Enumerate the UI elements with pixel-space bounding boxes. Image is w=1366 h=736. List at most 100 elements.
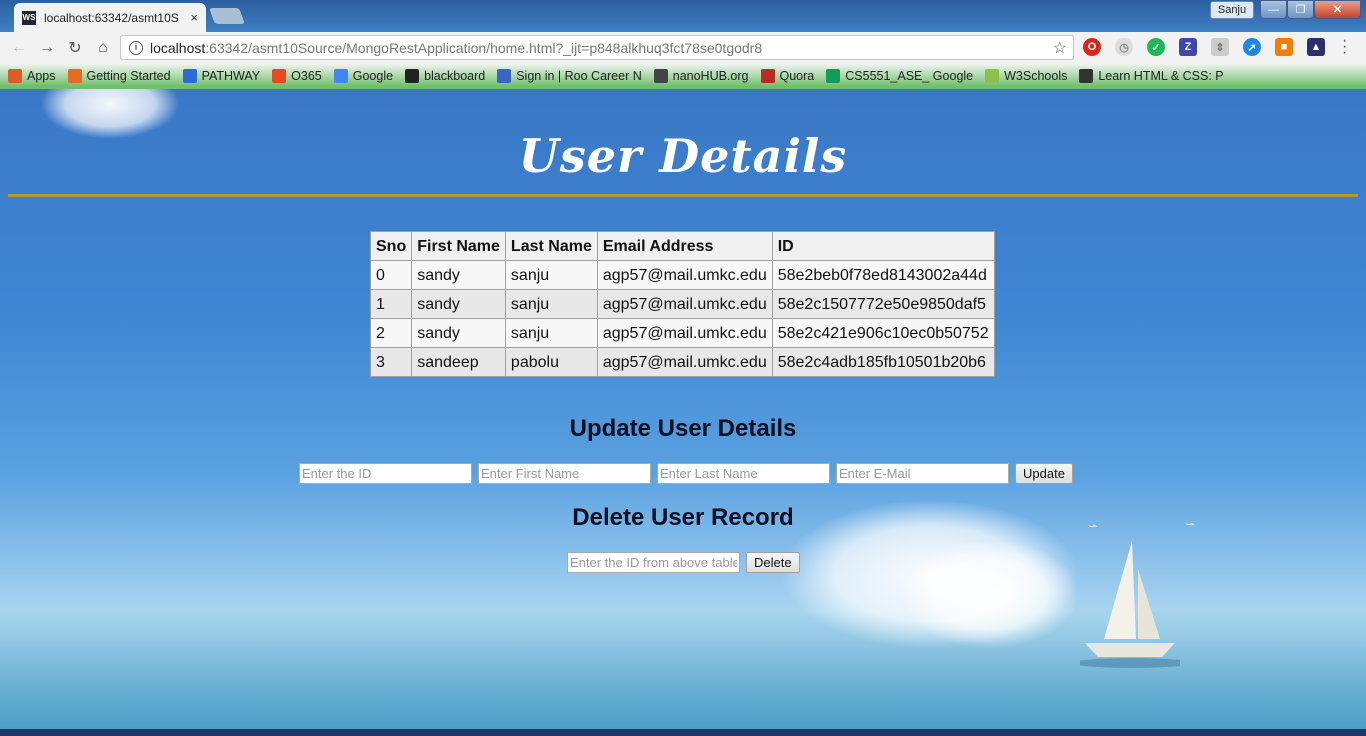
update-id-input[interactable] [299, 463, 472, 484]
bookmark-label: Quora [779, 69, 815, 83]
update-last-name-input[interactable] [657, 463, 830, 484]
bookmarks-bar: Apps Getting Started PATHWAY O365 Google blac… [0, 63, 1366, 89]
zotero-extension-icon[interactable]: Z [1179, 38, 1197, 56]
cloud-decoration [900, 539, 1080, 649]
bookmark-favicon-icon [333, 69, 348, 83]
cell-sno: 1 [369, 289, 413, 319]
update-email-input[interactable] [836, 463, 1009, 484]
bookmark-item[interactable]: Sign in | Roo Career N [497, 69, 642, 83]
profile-badge[interactable]: Sanju [1210, 1, 1254, 19]
update-section-title: Update User Details [569, 415, 797, 442]
delete-section-title: Delete User Record [572, 504, 794, 531]
bookmark-label: nanoHUB.org [672, 69, 749, 83]
delete-form: Delete [567, 552, 800, 573]
cell-first-name: sandy [411, 260, 506, 290]
bookmark-favicon-icon [67, 69, 82, 83]
column-header: Sno [369, 231, 413, 261]
check-extension-icon[interactable]: ✓ [1147, 38, 1165, 56]
users-table: Sno First Name Last Name Email Address I… [369, 231, 995, 377]
site-info-icon[interactable]: i [129, 40, 143, 55]
table-header-row: Sno First Name Last Name Email Address I… [369, 231, 995, 261]
cell-id: 58e2c1507772e50e9850daf5 [771, 289, 995, 319]
cell-first-name: sandy [411, 318, 506, 348]
cell-id: 58e2beb0f78ed8143002a44d [771, 260, 995, 290]
new-tab-button[interactable] [209, 8, 245, 24]
bookmark-item[interactable]: Apps [8, 69, 56, 83]
bookmark-label: W3Schools [1004, 69, 1068, 83]
address-bar[interactable]: i localhost:63342/asmt10Source/MongoRest… [120, 35, 1074, 60]
bookmark-favicon-icon [497, 69, 512, 83]
bookmark-label: Google [352, 69, 394, 83]
bookmark-favicon-icon [272, 69, 287, 83]
back-arrow-icon[interactable]: ← [6, 35, 32, 61]
delete-button[interactable]: Delete [746, 552, 800, 573]
bookmark-label: Sign in | Roo Career N [516, 69, 642, 83]
delete-id-input[interactable] [567, 552, 740, 573]
reload-icon[interactable]: ↻ [62, 35, 88, 61]
off-extension-icon[interactable]: ■ [1275, 38, 1293, 56]
bookmark-item[interactable]: PATHWAY [182, 69, 261, 83]
bookmark-favicon-icon [985, 69, 1000, 83]
cell-last-name: sanju [504, 289, 598, 319]
page-content: ∽ ∽ User Details Sno First Name Last Nam… [0, 89, 1366, 729]
table-row: 0 sandy sanju agp57@mail.umkc.edu 58e2be… [369, 260, 995, 290]
chart-extension-icon[interactable]: ▲ [1307, 38, 1325, 56]
bookmark-item[interactable]: nanoHUB.org [653, 69, 749, 83]
bookmark-favicon-icon [653, 69, 668, 83]
bookmark-item[interactable]: O365 [272, 69, 322, 83]
cell-id: 58e2c4adb185fb10501b20b6 [771, 347, 995, 377]
column-header: Email Address [596, 231, 773, 261]
cell-email: agp57@mail.umkc.edu [596, 289, 773, 319]
bookmark-label: Getting Started [86, 69, 171, 83]
bookmark-favicon-icon [760, 69, 775, 83]
cell-id: 58e2c421e906c10ec0b50752 [771, 318, 995, 348]
bookmark-favicon-icon [182, 69, 197, 83]
bookmark-item[interactable]: W3Schools [985, 69, 1067, 83]
cell-email: agp57@mail.umkc.edu [596, 260, 773, 290]
url-host: localhost [150, 39, 206, 56]
column-header: ID [771, 231, 995, 261]
bookmark-label: PATHWAY [201, 69, 261, 83]
tab-title: localhost:63342/asmt10S [44, 10, 179, 25]
browser-tab[interactable]: WS localhost:63342/asmt10S × [14, 3, 206, 32]
cell-first-name: sandy [411, 289, 506, 319]
table-row: 1 sandy sanju agp57@mail.umkc.edu 58e2c1… [369, 289, 995, 319]
home-icon[interactable]: ⌂ [90, 35, 116, 61]
windows-taskbar [0, 729, 1366, 736]
bookmark-item[interactable]: CS5551_ASE_ Google [826, 69, 973, 83]
url-path: :63342/asmt10Source/MongoRestApplication… [205, 39, 763, 56]
close-window-button[interactable]: ✕ [1314, 0, 1361, 19]
tab-close-icon[interactable]: × [190, 10, 198, 25]
bookmark-item[interactable]: Getting Started [67, 69, 171, 83]
compass-extension-icon[interactable]: ➚ [1243, 38, 1261, 56]
maximize-button[interactable]: ❐ [1287, 0, 1314, 19]
bookmark-item[interactable]: blackboard [405, 69, 485, 83]
clock-extension-icon[interactable]: ◷ [1115, 38, 1133, 56]
bookmark-label: O365 [291, 69, 322, 83]
cell-sno: 3 [369, 347, 413, 377]
arrows-extension-icon[interactable]: ⇕ [1211, 38, 1229, 56]
cell-email: agp57@mail.umkc.edu [596, 318, 773, 348]
title-divider [8, 194, 1358, 197]
table-row: 2 sandy sanju agp57@mail.umkc.edu 58e2c4… [369, 318, 995, 348]
column-header: First Name [411, 231, 506, 261]
menu-dots-icon[interactable]: · · · [1342, 33, 1347, 61]
cell-last-name: sanju [504, 318, 598, 348]
apps-grid-icon [8, 69, 22, 83]
bookmark-label: CS5551_ASE_ Google [845, 69, 974, 83]
cell-sno: 2 [369, 318, 413, 348]
cell-sno: 0 [369, 260, 413, 290]
bookmark-item[interactable]: Quora [760, 69, 815, 83]
table-row: 3 sandeep pabolu agp57@mail.umkc.edu 58e… [369, 347, 995, 377]
forward-arrow-icon[interactable]: → [34, 35, 60, 61]
cell-last-name: pabolu [504, 347, 598, 377]
bookmark-star-icon[interactable]: ☆ [1053, 38, 1067, 58]
bookmark-item[interactable]: Google [333, 69, 394, 83]
minimize-button[interactable]: — [1260, 0, 1287, 19]
bookmark-item[interactable]: Learn HTML & CSS: P [1079, 69, 1224, 83]
update-button[interactable]: Update [1015, 463, 1073, 484]
opera-extension-icon[interactable]: O [1083, 38, 1101, 56]
page-title: User Details [518, 129, 848, 183]
update-first-name-input[interactable] [478, 463, 651, 484]
cell-email: agp57@mail.umkc.edu [596, 347, 773, 377]
